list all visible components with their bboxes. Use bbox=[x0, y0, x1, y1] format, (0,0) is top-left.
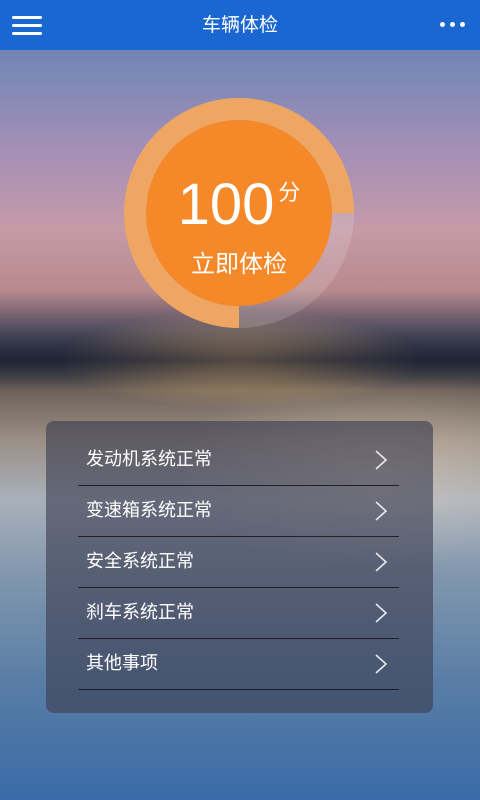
score-unit: 分 bbox=[278, 181, 301, 206]
score-gauge[interactable]: 100 分 立即体检 bbox=[123, 97, 355, 329]
check-results-panel: 发动机系统正常 变速箱系统正常 安全系统正常 刹车系统正常 其他事项 bbox=[46, 421, 433, 713]
chevron-right-icon bbox=[375, 603, 388, 623]
background-shadow bbox=[0, 330, 480, 390]
page-title: 车辆体检 bbox=[201, 14, 278, 36]
chevron-right-icon bbox=[375, 654, 388, 674]
list-item-other[interactable]: 其他事项 bbox=[78, 638, 399, 690]
chevron-right-icon bbox=[375, 501, 388, 521]
score-value: 100 bbox=[177, 172, 275, 237]
app-header: 车辆体检 bbox=[0, 0, 480, 50]
list-item-engine[interactable]: 发动机系统正常 bbox=[78, 434, 399, 486]
start-check-button[interactable]: 立即体检 bbox=[123, 244, 355, 279]
score-display: 100 分 bbox=[123, 170, 355, 240]
list-item-label: 安全系统正常 bbox=[86, 551, 194, 572]
list-item-label: 变速箱系统正常 bbox=[86, 500, 212, 521]
list-item-label: 其他事项 bbox=[86, 653, 158, 674]
more-icon[interactable] bbox=[438, 17, 468, 33]
list-item-gearbox[interactable]: 变速箱系统正常 bbox=[78, 485, 399, 537]
list-item-label: 发动机系统正常 bbox=[86, 449, 212, 470]
list-item-label: 刹车系统正常 bbox=[86, 602, 194, 623]
list-item-brake[interactable]: 刹车系统正常 bbox=[78, 587, 399, 639]
list-item-safety[interactable]: 安全系统正常 bbox=[78, 536, 399, 588]
chevron-right-icon bbox=[375, 552, 388, 572]
chevron-right-icon bbox=[375, 450, 388, 470]
